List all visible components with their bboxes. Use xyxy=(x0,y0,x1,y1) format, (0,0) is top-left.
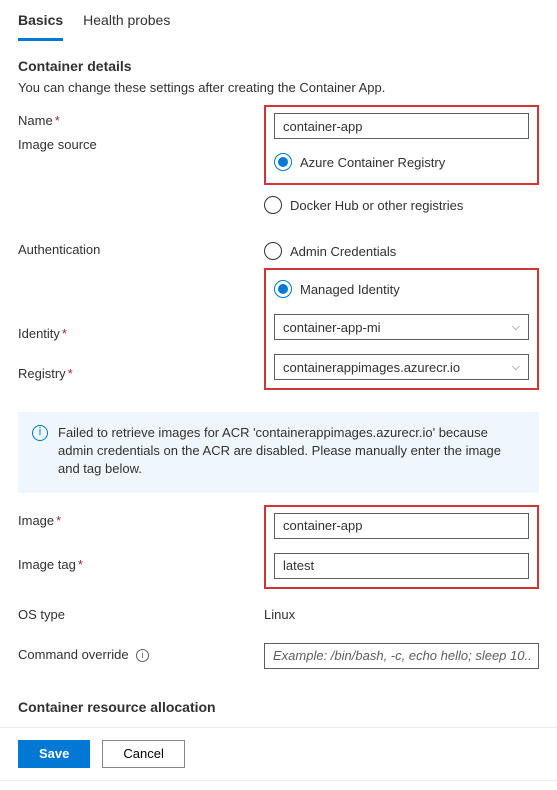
section-desc: You can change these settings after crea… xyxy=(0,80,557,95)
radio-label-admin: Admin Credentials xyxy=(290,244,396,259)
radio-icon xyxy=(264,242,282,260)
command-override-input[interactable] xyxy=(264,643,539,669)
os-type-value: Linux xyxy=(264,603,539,622)
label-name: Name* xyxy=(18,109,264,128)
radio-docker[interactable]: Docker Hub or other registries xyxy=(264,192,539,218)
info-banner: i Failed to retrieve images for ACR 'con… xyxy=(18,412,539,493)
label-os-type: OS type xyxy=(18,603,264,622)
label-image: Image* xyxy=(18,509,264,528)
label-authentication: Authentication xyxy=(18,238,264,257)
section-title-resource-allocation: Container resource allocation xyxy=(0,677,557,721)
label-command-override: Command override i xyxy=(18,643,264,662)
radio-label-acr: Azure Container Registry xyxy=(300,155,445,170)
save-button[interactable]: Save xyxy=(18,740,90,768)
tab-health-probes[interactable]: Health probes xyxy=(83,6,170,41)
radio-admin-credentials[interactable]: Admin Credentials xyxy=(264,238,539,264)
label-image-tag: Image tag* xyxy=(18,553,264,572)
radio-icon xyxy=(274,280,292,298)
radio-label-managed: Managed Identity xyxy=(300,282,400,297)
footer-bar: Save Cancel xyxy=(0,727,557,780)
cancel-button[interactable]: Cancel xyxy=(102,740,184,768)
info-icon[interactable]: i xyxy=(136,649,149,662)
tab-basics[interactable]: Basics xyxy=(18,6,63,41)
radio-acr[interactable]: Azure Container Registry xyxy=(274,149,529,175)
info-icon: i xyxy=(32,425,48,441)
label-identity: Identity* xyxy=(18,322,264,341)
radio-icon xyxy=(274,153,292,171)
info-text: Failed to retrieve images for ACR 'conta… xyxy=(58,424,525,479)
radio-icon xyxy=(264,196,282,214)
radio-managed-identity[interactable]: Managed Identity xyxy=(274,276,529,302)
image-input[interactable] xyxy=(274,513,529,539)
label-image-source: Image source xyxy=(18,133,264,152)
label-registry: Registry* xyxy=(18,362,264,381)
section-title-container-details: Container details xyxy=(0,42,557,80)
tabs-bar: Basics Health probes xyxy=(0,0,557,42)
radio-label-docker: Docker Hub or other registries xyxy=(290,198,463,213)
